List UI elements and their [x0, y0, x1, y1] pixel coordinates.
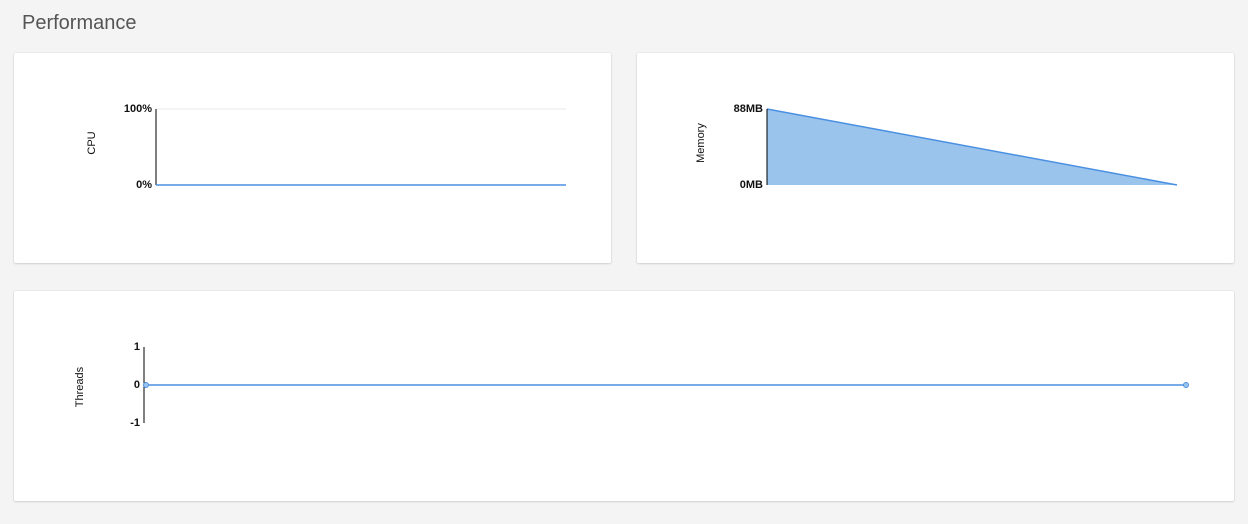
memory-chart-card: Memory 88MB 0MB — [637, 53, 1234, 263]
memory-tick-top: 88MB — [734, 103, 763, 115]
memory-plot-svg — [767, 109, 1177, 185]
page-title: Performance — [22, 12, 1234, 35]
threads-chart-card: Threads 1 0 -1 — [14, 291, 1234, 501]
charts-row-1: CPU 100% 0% Memory 88MB 0MB — [14, 53, 1234, 263]
cpu-chart-card: CPU 100% 0% — [14, 53, 611, 263]
cpu-chart: CPU 100% 0% — [14, 53, 611, 263]
memory-axis-label: Memory — [695, 103, 707, 183]
memory-tick-bottom: 0MB — [740, 179, 763, 191]
threads-axis-label: Threads — [74, 347, 86, 427]
threads-tick-bottom: -1 — [130, 417, 140, 429]
cpu-tick-top: 100% — [124, 103, 152, 115]
cpu-plot-svg — [156, 109, 566, 185]
cpu-axis-label: CPU — [86, 103, 98, 183]
threads-tick-top: 1 — [134, 341, 140, 353]
memory-chart: Memory 88MB 0MB — [637, 53, 1234, 263]
threads-chart: Threads 1 0 -1 — [14, 291, 1234, 501]
threads-tick-mid: 0 — [134, 379, 140, 391]
threads-plot-svg — [144, 347, 1188, 423]
performance-panel: Performance CPU 100% 0% Memory — [0, 0, 1248, 515]
cpu-tick-bottom: 0% — [136, 179, 152, 191]
